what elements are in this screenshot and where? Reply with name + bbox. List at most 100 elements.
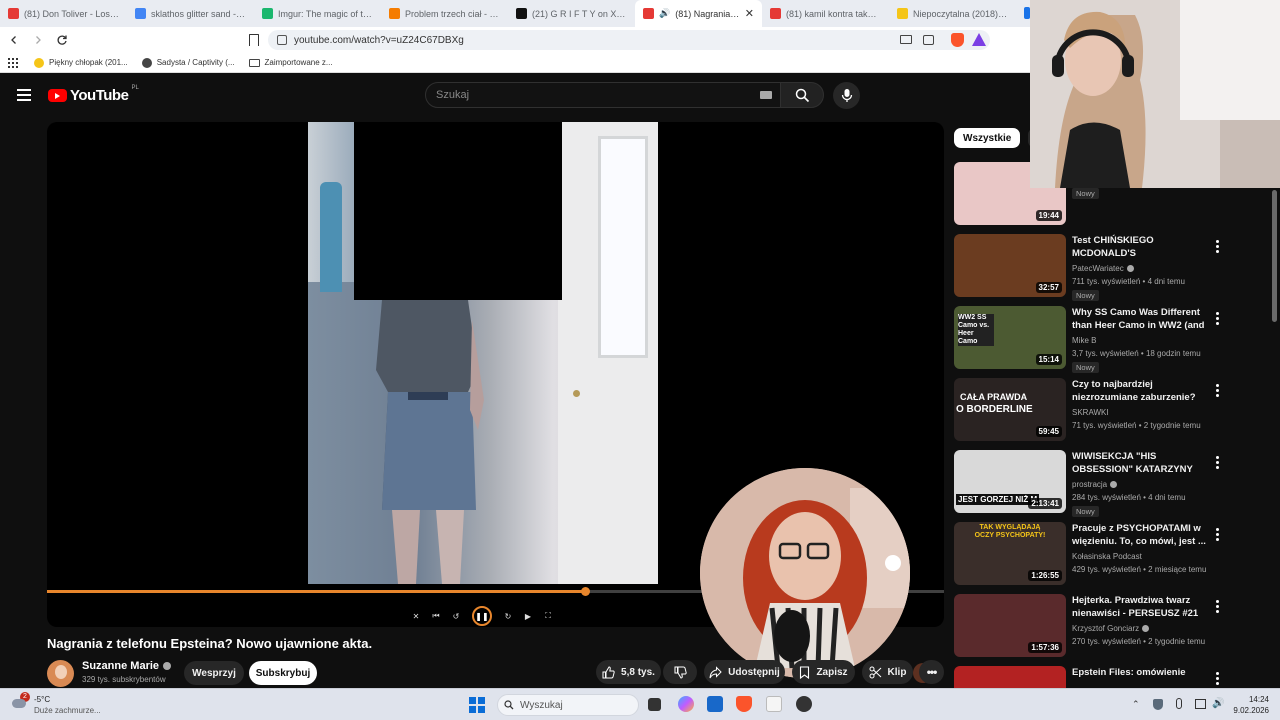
bookmark-star-icon[interactable] <box>249 34 259 46</box>
recommendation-title[interactable]: Why SS Camo Was Different than Heer Camo… <box>1072 306 1210 333</box>
recommendation-item[interactable]: JEST GORZEJ NIŻ M 2:13:41 WIWISEKCJA "HIS … <box>954 450 1224 517</box>
recommendation-item[interactable]: WW2 SS Camo vs. Heer Camo 15:14 Why SS Cam… <box>954 306 1224 373</box>
audio-icon[interactable]: 🔊 <box>659 8 670 19</box>
clock[interactable]: 14:24 9.02.2026 <box>1229 694 1269 716</box>
recommendation-channel[interactable]: Mike B <box>1072 336 1096 345</box>
support-button[interactable]: Wesprzyj <box>184 661 244 685</box>
more-vertical-icon[interactable] <box>1216 384 1220 397</box>
browser-tab[interactable]: Problem trzech ciał - Cikn <box>381 0 508 27</box>
task-view-icon[interactable] <box>648 698 661 711</box>
share-button[interactable]: Udostępnij <box>704 660 785 684</box>
menu-icon[interactable] <box>17 89 31 101</box>
share-icon[interactable] <box>923 35 934 45</box>
chip-all[interactable]: Wszystkie <box>954 128 1021 148</box>
brave-shield-icon[interactable] <box>951 33 964 47</box>
recommendation-channel[interactable]: Kołasinska Podcast <box>1072 552 1142 561</box>
subscribe-button[interactable]: Subskrybuj <box>249 661 317 685</box>
verified-icon <box>1110 481 1118 488</box>
forward-icon[interactable]: ↻ <box>504 612 512 621</box>
more-vertical-icon[interactable] <box>1216 528 1220 541</box>
next-icon[interactable]: ▶ <box>524 612 532 621</box>
recommendation-item[interactable]: TAK WYGLĄDAJĄ OCZY PSYCHOPATY! 1:26:55 Pra… <box>954 522 1224 588</box>
recommendation-title[interactable]: Hejterka. Prawdziwa twarz nienawiści - P… <box>1072 594 1210 620</box>
store-icon[interactable] <box>707 696 723 712</box>
more-vertical-icon[interactable] <box>1216 240 1220 253</box>
bookmark-item[interactable]: Sadysta / Captivity (... <box>141 57 235 68</box>
recommendation-item[interactable]: 32:57 Test CHIŃSKIEGO MCDONALD'S PatecWari… <box>954 234 1224 301</box>
video-thumbnail[interactable]: TAK WYGLĄDAJĄ OCZY PSYCHOPATY! 1:26:55 <box>954 522 1066 585</box>
page-scrollbar[interactable] <box>1272 190 1277 322</box>
brave-browser-icon[interactable] <box>736 696 752 712</box>
clip-button[interactable]: Klip <box>862 660 913 684</box>
tray-network-icon[interactable] <box>1195 699 1206 709</box>
bookmark-item[interactable]: Piękny chłopak (201... <box>34 57 128 68</box>
more-vertical-icon[interactable] <box>1216 600 1220 613</box>
cast-icon[interactable] <box>900 35 912 44</box>
browser-tab[interactable]: Imgur: The magic of the In <box>254 0 381 27</box>
channel-avatar[interactable] <box>47 660 74 687</box>
recommendation-title[interactable]: WIWISEKCJA "HIS OBSESSION" KATARZYNY ROM… <box>1072 450 1210 477</box>
tray-mic-icon[interactable] <box>1176 698 1182 709</box>
search-button[interactable] <box>780 82 824 108</box>
start-button-icon[interactable] <box>469 697 485 713</box>
recommendation-channel[interactable]: PatecWariatec <box>1072 264 1134 273</box>
dislike-button[interactable] <box>663 660 697 684</box>
like-button[interactable]: 5,8 tys. <box>596 660 661 684</box>
recommendation-meta: 270 tys. wyświetleń • 2 tygodnie temu <box>1072 637 1206 646</box>
video-thumbnail[interactable]: CAŁA PRAWDA O BORDERLINE 59:45 <box>954 378 1066 441</box>
recommendation-title[interactable]: Czy to najbardziej niezrozumiane zaburze… <box>1072 378 1210 405</box>
fullscreen-icon[interactable]: ⛶ <box>544 611 552 620</box>
bookmark-folder[interactable]: Zaimportowane z... <box>248 58 333 67</box>
close-tab-icon[interactable]: ✕ <box>745 7 754 20</box>
youtube-logo[interactable]: YouTube PL <box>48 85 139 104</box>
more-vertical-icon[interactable] <box>1216 312 1220 325</box>
browser-tab[interactable]: sklathos glitter sand - Szu <box>127 0 254 27</box>
brave-rewards-icon[interactable] <box>972 33 986 46</box>
voice-search-button[interactable] <box>833 82 860 109</box>
more-vertical-icon[interactable] <box>1216 456 1220 469</box>
recommendation-title[interactable]: Pracuje z PSYCHOPATAMI w więzieniu. To, … <box>1072 522 1210 548</box>
recommendation-item[interactable]: CAŁA PRAWDA O BORDERLINE 59:45 Czy to najba… <box>954 378 1224 444</box>
recommendation-title[interactable]: Test CHIŃSKIEGO MCDONALD'S <box>1072 234 1210 260</box>
video-thumbnail[interactable]: JEST GORZEJ NIŻ M 2:13:41 <box>954 450 1066 513</box>
tray-chevron-icon[interactable]: ⌃ <box>1132 699 1140 710</box>
shuffle-icon[interactable]: ✕ <box>412 612 420 621</box>
browser-tab[interactable]: Niepoczytalna (2018) - Fi <box>889 0 1016 27</box>
recommendation-channel[interactable]: SKRAWKI <box>1072 408 1109 417</box>
browser-tab[interactable]: (81) Don Toliver - Lose My <box>0 0 127 27</box>
more-vertical-icon[interactable] <box>1216 672 1220 685</box>
recommendation-channel[interactable]: prostracja <box>1072 480 1118 489</box>
tray-volume-icon[interactable]: 🔊 <box>1212 698 1224 709</box>
more-actions-button[interactable]: ••• <box>919 660 944 684</box>
video-thumbnail[interactable]: 32:57 <box>954 234 1066 297</box>
apps-grid-icon[interactable] <box>8 57 18 68</box>
bookmark-label: Zaimportowane z... <box>264 58 333 67</box>
forward-button[interactable] <box>28 30 48 50</box>
progress-scrubber[interactable] <box>581 587 591 596</box>
recommendation-title[interactable]: Epstein Files: omówienie <box>1072 666 1210 679</box>
url-bar[interactable]: youtube.com/watch?v=uZ24C67DBXg <box>268 30 990 50</box>
weather-widget[interactable]: 2 -5°C Duże zachmurze... <box>8 692 108 718</box>
channel-name[interactable]: Suzanne Marie <box>82 660 172 672</box>
reload-button[interactable] <box>52 30 72 50</box>
tray-shield-icon[interactable] <box>1153 699 1163 710</box>
recommendation-channel[interactable]: Krzysztof Gonciarz <box>1072 624 1150 633</box>
tab-active[interactable]: 🔊 (81) Nagrania z tel ✕ <box>635 0 762 27</box>
pause-button[interactable]: ❚❚ <box>472 606 492 626</box>
file-icon[interactable] <box>766 696 782 712</box>
previous-icon[interactable]: ⏮ <box>432 611 440 620</box>
browser-tab[interactable]: (21) G R I F T Y on X: "A w <box>508 0 635 27</box>
browser-tab[interactable]: (81) kamil kontra takos - Y <box>762 0 889 27</box>
recommendation-item[interactable]: 1:57:36 Hejterka. Prawdziwa twarz nienawi… <box>954 594 1224 660</box>
rewind-icon[interactable]: ↺ <box>452 612 460 621</box>
keyboard-icon[interactable] <box>760 91 772 99</box>
video-thumbnail[interactable]: WW2 SS Camo vs. Heer Camo 15:14 <box>954 306 1066 369</box>
search-input[interactable]: Szukaj <box>425 82 781 108</box>
app-icon[interactable] <box>796 696 812 712</box>
save-button[interactable]: Zapisz <box>792 660 855 684</box>
site-info-icon[interactable] <box>277 35 287 45</box>
video-thumbnail[interactable]: 1:57:36 <box>954 594 1066 657</box>
copilot-icon[interactable] <box>678 696 694 712</box>
taskbar-search-input[interactable]: Wyszukaj <box>497 694 639 716</box>
back-button[interactable] <box>4 30 24 50</box>
